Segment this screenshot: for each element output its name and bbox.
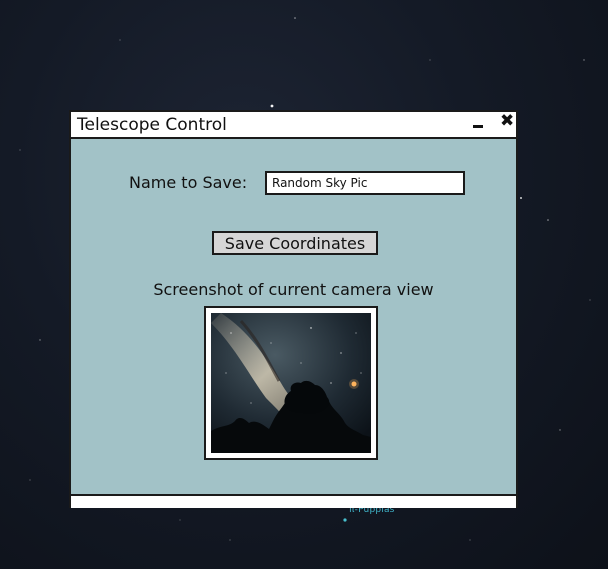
milky-way-photo <box>211 313 371 453</box>
telescope-control-window: Telescope Control ✖ Name to Save: Save C… <box>69 110 518 508</box>
minimize-button[interactable] <box>468 113 488 133</box>
minimize-icon <box>473 125 483 128</box>
window-title: Telescope Control <box>77 115 227 135</box>
title-bar[interactable]: Telescope Control ✖ <box>71 111 517 139</box>
camera-view-caption: Screenshot of current camera view <box>153 280 434 299</box>
camera-view-screenshot <box>204 306 378 460</box>
name-to-save-input[interactable] <box>265 171 465 195</box>
save-coordinates-button[interactable]: Save Coordinates <box>212 231 378 255</box>
status-bar <box>71 494 516 508</box>
name-to-save-label: Name to Save: <box>129 173 248 192</box>
close-button[interactable]: ✖ <box>497 111 517 133</box>
close-icon: ✖ <box>500 111 515 131</box>
